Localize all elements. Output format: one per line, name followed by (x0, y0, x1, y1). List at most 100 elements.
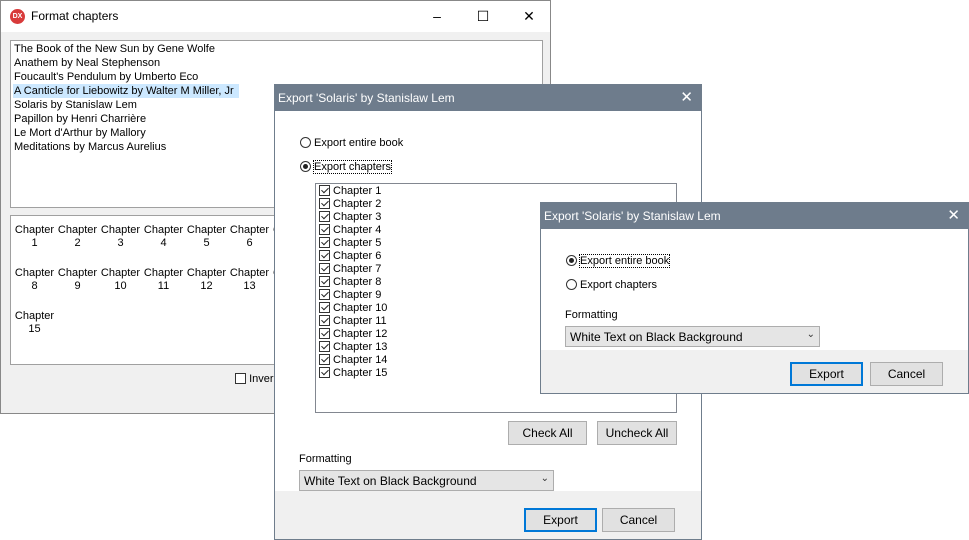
checkbox-checked[interactable] (319, 185, 330, 196)
chapter-check-item[interactable]: Chapter 13 (319, 341, 387, 354)
list-item[interactable]: Le Mort d'Arthur by Mallory (13, 126, 147, 140)
chapter-check-item[interactable]: Chapter 12 (319, 328, 387, 341)
list-item[interactable]: Foucault's Pendulum by Umberto Eco (13, 70, 199, 84)
chapter-number: 10 (114, 280, 127, 292)
radio-circle[interactable] (566, 255, 577, 266)
export-chapters-radio[interactable]: Export chapters (300, 160, 393, 174)
dialog-body: Export entire book Export chapters Forma… (541, 229, 968, 351)
chapter-check-item[interactable]: Chapter 5 (319, 237, 381, 250)
list-item[interactable]: The Book of the New Sun by Gene Wolfe (13, 42, 216, 56)
chapter-cell[interactable]: Chapter 13 (228, 267, 271, 293)
formatting-value: White Text on Black Background (304, 474, 477, 488)
chapter-number: 15 (28, 323, 41, 335)
chapter-label: Chapter 2 (333, 198, 382, 210)
chapter-check-item[interactable]: Chapter 1 (319, 185, 381, 198)
export-entire-book-radio[interactable]: Export entire book (300, 137, 403, 149)
formatting-label: Formatting (565, 309, 618, 321)
checkbox-checked[interactable] (319, 263, 330, 274)
chapter-word: Chapter (14, 224, 55, 236)
chapter-check-item[interactable]: Chapter 15 (319, 367, 387, 380)
close-icon[interactable]: ✕ (506, 1, 552, 32)
checkbox-checked[interactable] (319, 250, 330, 261)
chapter-cell[interactable]: Chapter 10 (99, 267, 142, 293)
radio-circle[interactable] (300, 161, 311, 172)
chapter-check-item[interactable]: Chapter 6 (319, 250, 381, 263)
list-item[interactable]: Anathem by Neal Stephenson (13, 56, 161, 70)
export-button[interactable]: Export (790, 362, 863, 386)
list-item-selected[interactable]: A Canticle for Liebowitz by Walter M Mil… (13, 84, 239, 98)
chapter-label: Chapter 11 (333, 315, 387, 327)
chapter-number: 11 (157, 280, 170, 292)
chapter-cell[interactable]: Chapter 1 (13, 224, 56, 250)
close-icon[interactable]: ✕ (947, 206, 960, 224)
chapter-cell[interactable]: Chapter 15 (13, 310, 56, 336)
chapter-number: 3 (117, 237, 124, 249)
formatting-select[interactable]: White Text on Black Background ⌄ (299, 470, 554, 491)
radio-circle[interactable] (566, 279, 577, 290)
chapter-check-item[interactable]: Chapter 11 (319, 315, 387, 328)
chapter-cell[interactable]: Chapter 11 (142, 267, 185, 293)
chapter-cell[interactable]: Chapter 5 (185, 224, 228, 250)
chapter-check-item[interactable]: Chapter 8 (319, 276, 381, 289)
checkbox-checked[interactable] (319, 315, 330, 326)
export-chapters-radio[interactable]: Export chapters (566, 279, 657, 291)
check-all-button[interactable]: Check All (508, 421, 587, 445)
checkbox-checked[interactable] (319, 354, 330, 365)
chapter-check-item[interactable]: Chapter 9 (319, 289, 381, 302)
list-item[interactable]: Papillon by Henri Charrière (13, 112, 147, 126)
chapter-number: 4 (160, 237, 167, 249)
export-entire-book-radio[interactable]: Export entire book (566, 254, 671, 268)
chapter-cell[interactable]: Chapter 3 (99, 224, 142, 250)
list-item[interactable]: Solaris by Stanislaw Lem (13, 98, 138, 112)
dialog-title-bar[interactable]: Export 'Solaris' by Stanislaw Lem ✕ (275, 85, 701, 111)
minimize-icon[interactable]: – (414, 1, 460, 32)
list-item[interactable]: Meditations by Marcus Aurelius (13, 140, 167, 154)
checkbox-checked[interactable] (319, 289, 330, 300)
cancel-button[interactable]: Cancel (602, 508, 675, 532)
checkbox-checked[interactable] (319, 367, 330, 378)
app-icon: DX (10, 9, 25, 24)
chapter-check-item[interactable]: Chapter 14 (319, 354, 387, 367)
chapter-check-item[interactable]: Chapter 7 (319, 263, 381, 276)
checkbox-checked[interactable] (319, 341, 330, 352)
checkbox-checked[interactable] (319, 237, 330, 248)
title-bar[interactable]: DX Format chapters – ☐ ✕ (1, 1, 550, 32)
maximize-icon[interactable]: ☐ (460, 1, 506, 32)
chapter-number: 1 (31, 237, 38, 249)
export-button[interactable]: Export (524, 508, 597, 532)
chapter-word: Chapter (229, 224, 270, 236)
checkbox-checked[interactable] (319, 276, 330, 287)
uncheck-all-button[interactable]: Uncheck All (597, 421, 677, 445)
chapter-check-item[interactable]: Chapter 10 (319, 302, 387, 315)
radio-label: Export chapters (312, 160, 393, 174)
formatting-select[interactable]: White Text on Black Background ⌄ (565, 326, 820, 347)
chapter-check-item[interactable]: Chapter 2 (319, 198, 381, 211)
dialog-title-bar[interactable]: Export 'Solaris' by Stanislaw Lem ✕ (541, 203, 968, 229)
checkbox-checked[interactable] (319, 224, 330, 235)
chapter-cell[interactable]: Chapter 9 (56, 267, 99, 293)
cancel-button[interactable]: Cancel (870, 362, 943, 386)
chapter-number: 6 (246, 237, 253, 249)
chapter-word: Chapter (57, 267, 98, 279)
checkbox-box[interactable] (235, 373, 246, 384)
chapter-cell[interactable]: Chapter 2 (56, 224, 99, 250)
radio-label: Export entire book (578, 254, 671, 268)
chapter-cell[interactable]: Chapter 6 (228, 224, 271, 250)
chapter-cell[interactable]: Chapter 4 (142, 224, 185, 250)
checkbox-checked[interactable] (319, 198, 330, 209)
chapter-cell[interactable]: Chapter 8 (13, 267, 56, 293)
chapter-label: Chapter 9 (333, 289, 382, 301)
checkbox-checked[interactable] (319, 211, 330, 222)
radio-label: Export entire book (314, 137, 404, 149)
chapter-cell[interactable]: Chapter 12 (185, 267, 228, 293)
chapter-number: 13 (243, 280, 256, 292)
invert-checkbox[interactable]: Inver (235, 373, 274, 385)
chapter-label: Chapter 5 (333, 237, 382, 249)
checkbox-checked[interactable] (319, 328, 330, 339)
close-icon[interactable]: ✕ (680, 88, 693, 106)
chapter-check-item[interactable]: Chapter 3 (319, 211, 381, 224)
checkbox-checked[interactable] (319, 302, 330, 313)
chapter-check-item[interactable]: Chapter 4 (319, 224, 381, 237)
radio-label: Export chapters (580, 279, 658, 291)
radio-circle[interactable] (300, 137, 311, 148)
